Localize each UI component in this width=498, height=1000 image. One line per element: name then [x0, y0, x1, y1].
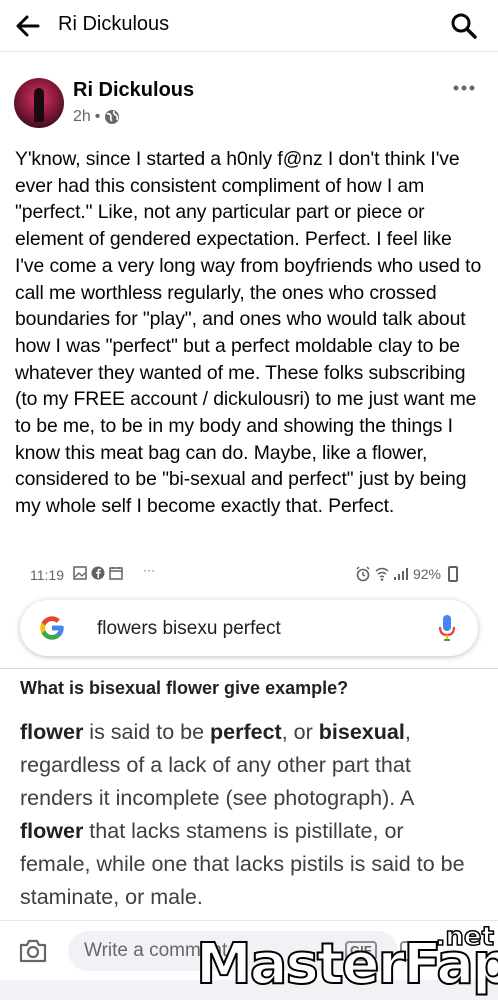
answer-text: is said to be: [83, 720, 211, 744]
search-button[interactable]: [448, 10, 480, 42]
alarm-icon: [356, 566, 370, 582]
more-horizontal-icon: [453, 85, 475, 91]
status-system-icons: 92%: [355, 566, 458, 582]
answer-text: that lacks stamens is pistillate, or fem…: [20, 819, 465, 909]
status-bar: 11:19 ··· 92%: [0, 560, 498, 590]
post-body-text: Y'know, since I started a h0nly f@nz I d…: [15, 148, 482, 518]
comment-bar: GIF: [0, 920, 498, 980]
search-icon: [451, 13, 477, 39]
bottom-strip: [0, 980, 498, 1000]
answer-snippet: flower is said to be perfect, or bisexua…: [20, 716, 480, 914]
battery-level: 92%: [412, 566, 441, 582]
search-query-text[interactable]: flowers bisexu perfect: [97, 618, 281, 640]
post-author[interactable]: Ri Dickulous: [73, 79, 194, 102]
wifi-icon: [375, 567, 389, 581]
avatar-figure: [34, 88, 44, 122]
globe-icon: [105, 110, 120, 124]
image-icon: [73, 566, 87, 580]
status-more: ···: [143, 563, 155, 577]
arrow-left-icon: [16, 15, 40, 37]
status-time: 11:19: [30, 567, 64, 583]
back-button[interactable]: [12, 10, 44, 42]
answer-term: flower: [20, 819, 84, 843]
avatar[interactable]: [14, 78, 64, 128]
answer-term: flower: [20, 720, 84, 744]
camera-icon: [19, 939, 47, 963]
answer-text: , or: [281, 720, 319, 744]
status-notification-icons: [73, 566, 123, 580]
meta-separator: •: [94, 108, 101, 125]
top-app-bar: Ri Dickulous: [0, 0, 498, 52]
signal-icon: [393, 568, 408, 580]
embedded-screenshot: 11:19 ··· 92% flowers bisexu perfect Wha…: [0, 560, 498, 920]
gif-button[interactable]: GIF: [345, 941, 377, 961]
answer-term: bisexual: [318, 720, 405, 744]
sticker-icon[interactable]: [400, 941, 420, 961]
google-logo-icon: [40, 616, 64, 640]
microphone-icon[interactable]: [438, 614, 456, 642]
answer-term: perfect: [210, 720, 282, 744]
post-meta: 2h •: [73, 108, 120, 126]
camera-button[interactable]: [18, 937, 48, 965]
post-options-button[interactable]: [452, 80, 476, 96]
divider: [0, 668, 498, 669]
calendar-icon: [109, 567, 123, 580]
battery-icon: [448, 566, 458, 582]
post-time[interactable]: 2h: [73, 108, 91, 126]
page-title: Ri Dickulous: [58, 13, 170, 35]
google-search-bar[interactable]: flowers bisexu perfect: [20, 600, 478, 656]
question-heading[interactable]: What is bisexual flower give example?: [20, 678, 348, 699]
facebook-icon: [91, 566, 105, 580]
